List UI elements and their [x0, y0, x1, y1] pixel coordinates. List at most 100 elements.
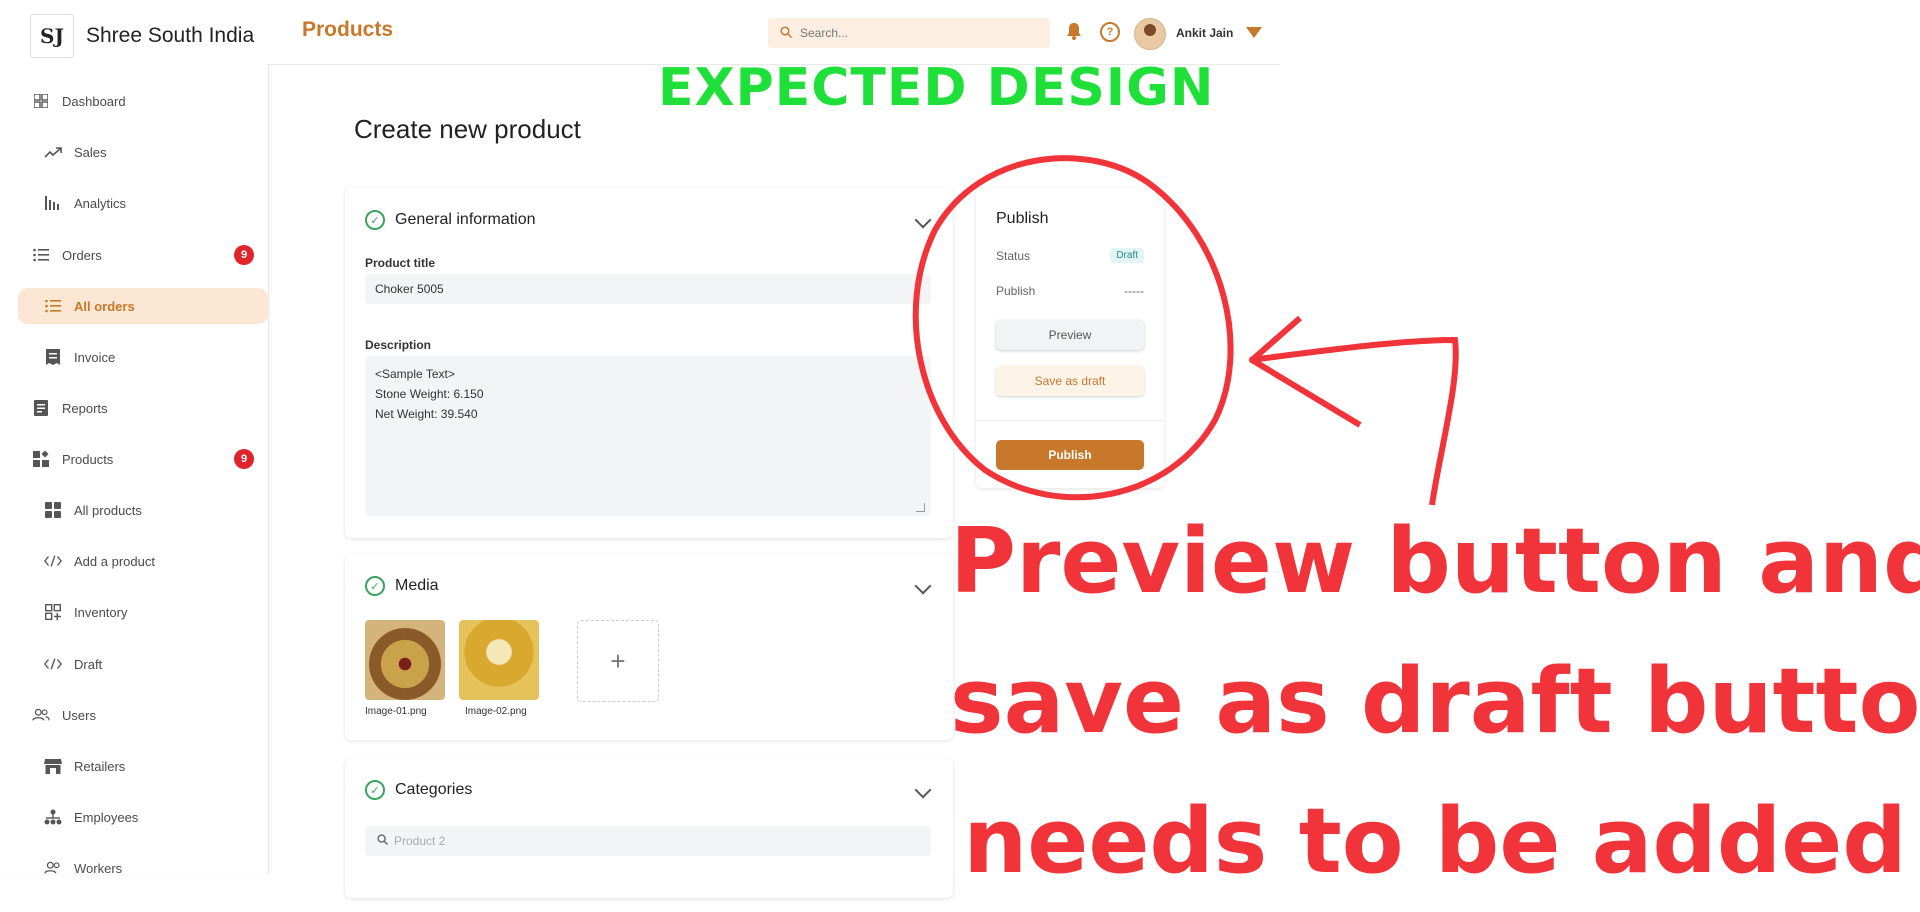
media-card: ✓ Media Image-01.png Image-02.png +	[345, 554, 953, 740]
media-filename: Image-01.png	[365, 706, 427, 717]
media-thumbnail[interactable]	[459, 620, 539, 700]
description-label: Description	[365, 338, 432, 352]
user-name[interactable]: Ankit Jain	[1176, 26, 1233, 40]
help-icon[interactable]: ?	[1100, 22, 1120, 42]
sidebar-item-workers[interactable]: Workers	[44, 853, 122, 883]
code-icon	[44, 552, 62, 570]
list-icon	[44, 297, 62, 315]
tiles-icon	[44, 501, 62, 519]
chevron-down-icon[interactable]	[1246, 27, 1262, 38]
sidebar-item-label: All orders	[74, 298, 135, 314]
top-bar: Products ? Ankit Jain	[268, 0, 1280, 65]
trend-up-icon	[44, 143, 62, 161]
sidebar-item-all-products[interactable]: All products	[44, 495, 142, 525]
document-icon	[32, 399, 50, 417]
sidebar-item-employees[interactable]: Employees	[44, 802, 138, 832]
sidebar-item-dashboard[interactable]: Dashboard	[32, 86, 126, 116]
brand-logo: SJ	[30, 14, 74, 58]
bar-chart-icon	[44, 194, 62, 212]
create-product-title: Create new product	[354, 114, 581, 144]
product-title-label: Product title	[365, 256, 436, 270]
publish-row: Publish -----	[996, 284, 1144, 298]
sidebar-item-sales[interactable]: Sales	[44, 137, 107, 167]
page-title: Products	[302, 18, 394, 41]
general-information-card: ✓ General information Product title Chok…	[345, 188, 953, 538]
card-header[interactable]: ✓ Media	[365, 576, 439, 596]
sidebar-item-products[interactable]: Products	[32, 444, 113, 474]
divider	[976, 420, 1164, 421]
search-icon	[780, 25, 793, 41]
check-circle-icon: ✓	[365, 780, 385, 800]
list-icon	[32, 246, 50, 264]
publish-date-value: -----	[1124, 284, 1144, 298]
inventory-icon	[44, 603, 62, 621]
code-icon	[44, 655, 62, 673]
publish-button[interactable]: Publish	[996, 440, 1144, 470]
avatar[interactable]	[1134, 18, 1166, 50]
check-circle-icon: ✓	[365, 576, 385, 596]
sidebar-item-label: Retailers	[74, 758, 126, 774]
annotation-arrow	[1249, 336, 1459, 506]
status-row: Status Draft	[996, 248, 1144, 263]
chevron-down-icon[interactable]	[914, 577, 932, 595]
sidebar-item-retailers[interactable]: Retailers	[44, 751, 125, 781]
grid-icon	[32, 92, 50, 110]
product-title-input[interactable]: Choker 5005	[365, 274, 931, 304]
media-thumbnail[interactable]	[365, 620, 445, 700]
brand[interactable]: SJ Shree South India	[30, 14, 254, 58]
annotation-arrowhead	[1249, 315, 1362, 428]
card-heading: Media	[395, 577, 439, 594]
status-badge: Draft	[1110, 248, 1144, 263]
annotation-note: Preview button and save as draft button …	[950, 492, 1920, 912]
search-input[interactable]	[798, 25, 1022, 41]
card-heading: General information	[395, 211, 536, 228]
chevron-down-icon[interactable]	[914, 211, 932, 229]
sidebar-item-orders[interactable]: Orders	[32, 240, 102, 270]
sidebar-item-label: All products	[74, 502, 142, 518]
annotation-line: Preview button and	[950, 509, 1920, 614]
description-textarea[interactable]: <Sample Text> Stone Weight: 6.150 Net We…	[365, 356, 931, 516]
hierarchy-icon	[44, 808, 62, 826]
sidebar-item-label: Orders	[62, 247, 102, 263]
sidebar-item-label: Users	[62, 707, 96, 723]
publish-label: Publish	[996, 284, 1036, 298]
sidebar: SJ Shree South India Dashboard Sales Ana…	[0, 0, 269, 876]
bell-icon[interactable]	[1066, 22, 1082, 45]
sidebar-item-draft[interactable]: Draft	[44, 649, 102, 679]
search-box[interactable]	[768, 18, 1050, 48]
sidebar-item-label: Reports	[62, 400, 108, 416]
sidebar-item-inventory[interactable]: Inventory	[44, 597, 127, 627]
categories-card: ✓ Categories Product 2	[345, 758, 953, 898]
card-header[interactable]: ✓ Categories	[365, 780, 472, 800]
products-icon	[32, 450, 50, 468]
category-search-placeholder: Product 2	[394, 834, 446, 848]
category-search-input[interactable]: Product 2	[365, 826, 931, 856]
resize-handle[interactable]	[916, 503, 925, 512]
annotation-line: needs to be added	[963, 789, 1907, 894]
sidebar-item-users[interactable]: Users	[32, 700, 96, 730]
sidebar-item-label: Employees	[74, 809, 139, 825]
sidebar-item-invoice[interactable]: Invoice	[44, 342, 115, 372]
sidebar-item-reports[interactable]: Reports	[32, 393, 108, 423]
check-circle-icon: ✓	[365, 210, 385, 230]
sidebar-item-label: Inventory	[74, 604, 128, 620]
card-header[interactable]: ✓ General information	[365, 210, 536, 230]
annotation-line: save as draft button	[950, 649, 1920, 754]
products-count-badge: 9	[234, 449, 254, 469]
status-label: Status	[996, 248, 1031, 263]
sidebar-item-add-product[interactable]: Add a product	[44, 546, 155, 576]
preview-button[interactable]: Preview	[996, 320, 1144, 350]
sidebar-item-label: Sales	[74, 144, 107, 160]
description-line: Net Weight: 39.540	[375, 407, 478, 421]
store-icon	[44, 757, 62, 775]
description-line: <Sample Text>	[375, 367, 455, 381]
add-media-button[interactable]: +	[577, 620, 659, 702]
chevron-down-icon[interactable]	[914, 781, 932, 799]
sidebar-item-label: Dashboard	[62, 93, 126, 109]
sidebar-item-all-orders[interactable]: All orders	[18, 288, 268, 324]
sidebar-item-label: Draft	[74, 656, 103, 672]
save-as-draft-button[interactable]: Save as draft	[996, 366, 1144, 396]
sidebar-item-analytics[interactable]: Analytics	[44, 188, 126, 218]
publish-panel: Publish Status Draft Publish ----- Previ…	[976, 188, 1164, 488]
sidebar-item-label: Workers	[74, 860, 123, 876]
